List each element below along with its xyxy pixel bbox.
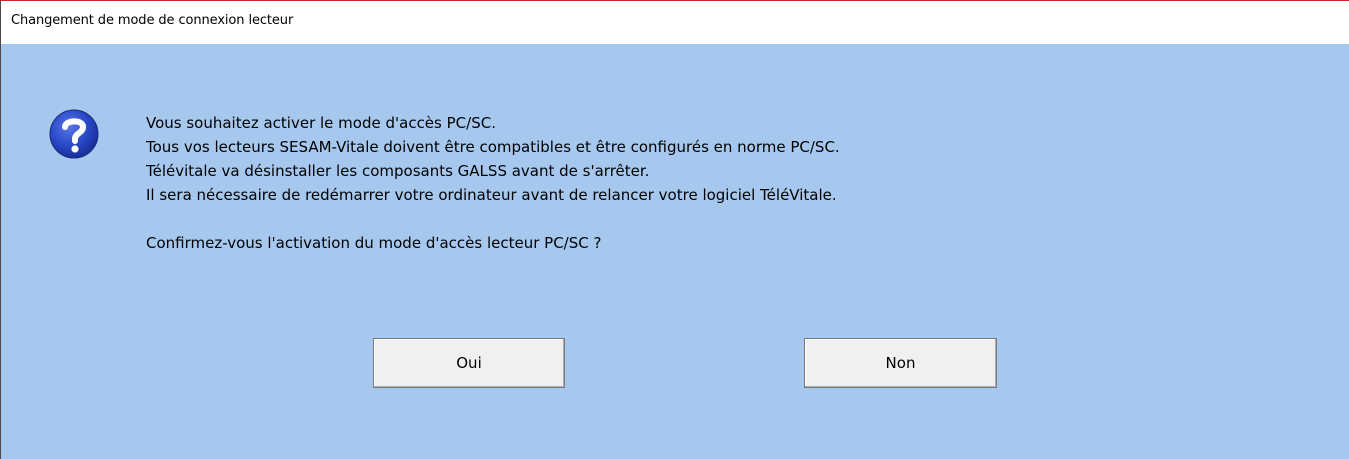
- dialog-window: Changement de mode de connexion lecteur …: [0, 0, 1349, 459]
- message-line-2: Tous vos lecteurs SESAM-Vitale doivent ê…: [146, 138, 840, 156]
- title-bar: Changement de mode de connexion lecteur: [1, 1, 1349, 44]
- no-button[interactable]: Non: [804, 338, 997, 388]
- yes-button[interactable]: Oui: [373, 338, 565, 388]
- message-spacer: [146, 207, 840, 231]
- message-line-1: Vous souhaitez activer le mode d'accès P…: [146, 114, 496, 132]
- dialog-message: Vous souhaitez activer le mode d'accès P…: [146, 111, 840, 255]
- confirmation-question: Confirmez-vous l'activation du mode d'ac…: [146, 234, 602, 252]
- window-title: Changement de mode de connexion lecteur: [11, 13, 294, 28]
- message-line-3: Télévitale va désinstaller les composant…: [146, 162, 650, 180]
- question-icon: [48, 108, 100, 160]
- message-line-4: Il sera nécessaire de redémarrer votre o…: [146, 186, 837, 204]
